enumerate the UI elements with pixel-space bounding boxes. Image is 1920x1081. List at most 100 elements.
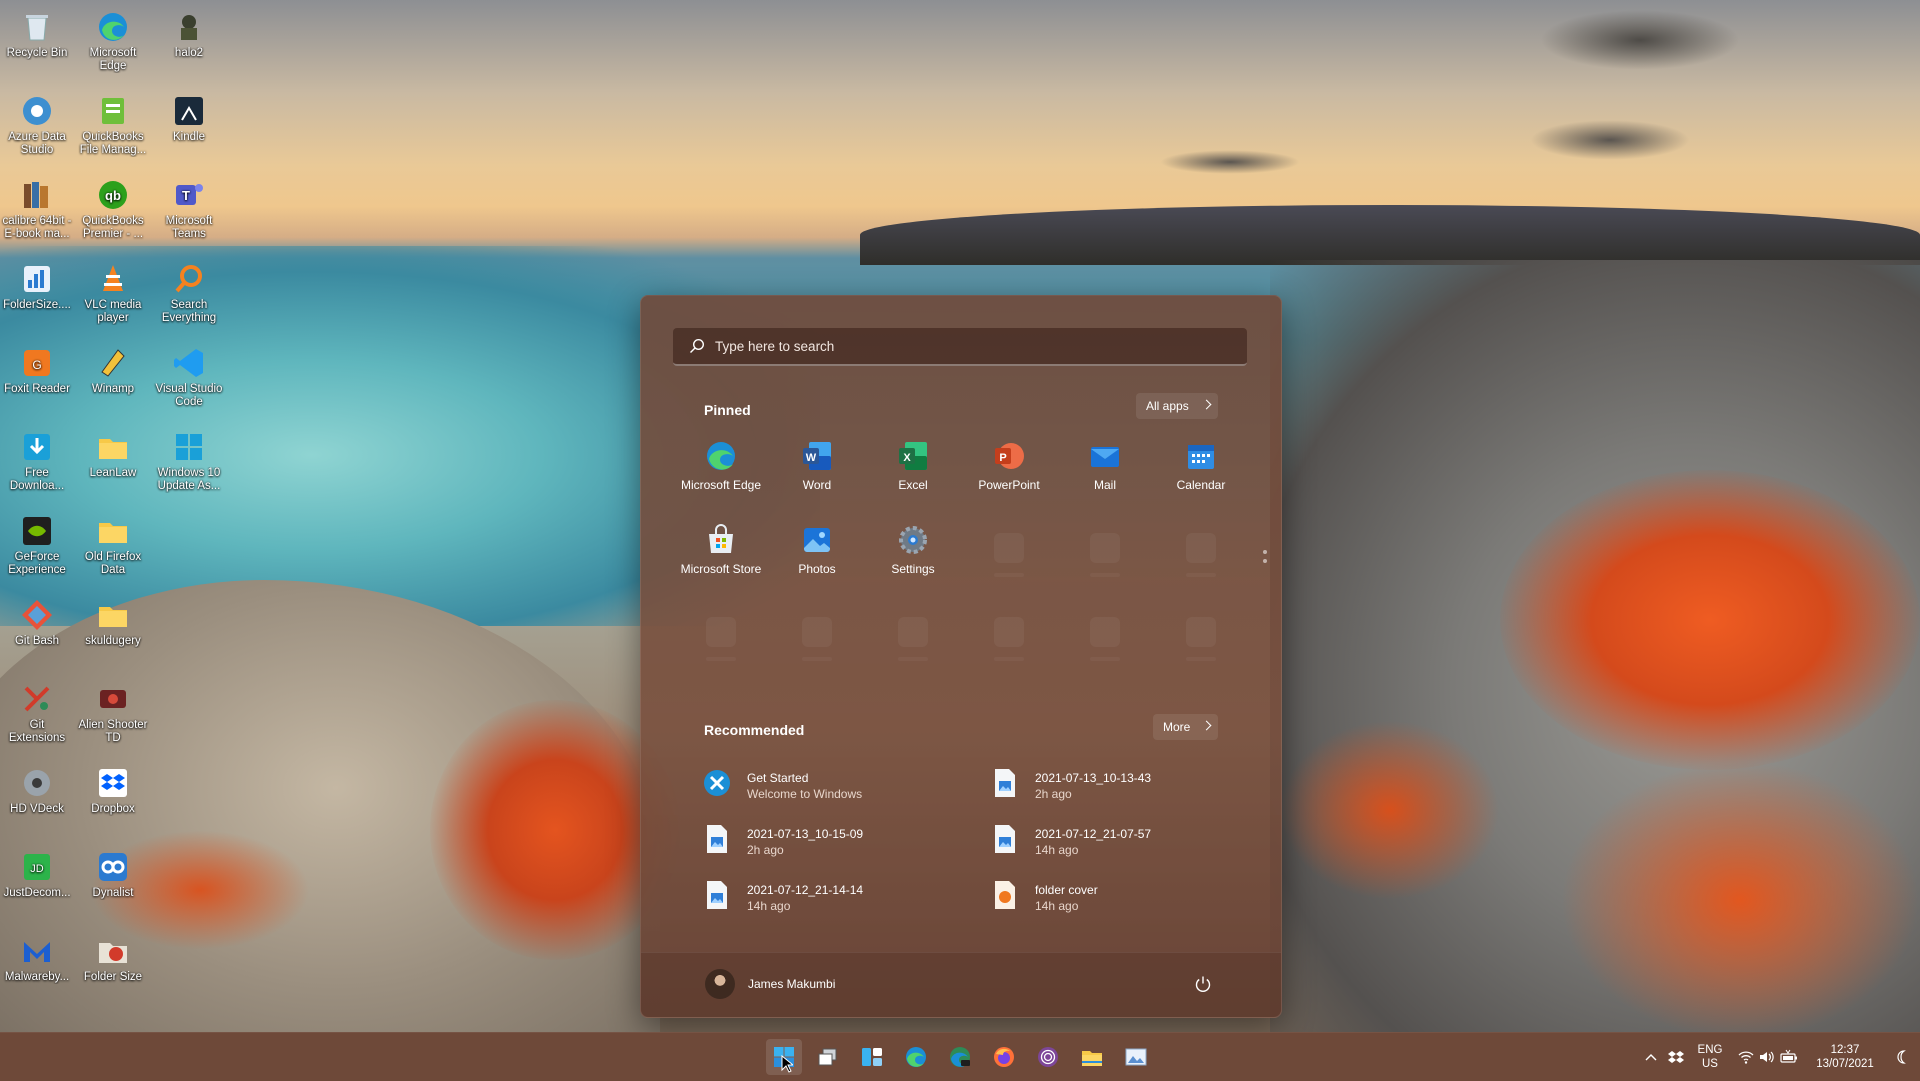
widgets-button[interactable]	[854, 1039, 890, 1075]
taskbar-edge-dev[interactable]	[942, 1039, 978, 1075]
word-icon: W	[801, 440, 833, 472]
pdf-file-icon	[991, 879, 1019, 911]
desktop-icon-skuldugery[interactable]: skuldugery	[76, 592, 150, 648]
desktop-icon-label: Kindle	[173, 131, 205, 143]
desktop-icon-hd-vdeck[interactable]: HD VDeck	[0, 760, 74, 816]
desktop-icon-dropbox[interactable]: Dropbox	[76, 760, 150, 816]
recommended-subtitle-text: 14h ago	[747, 899, 791, 913]
desktop-icon-kindle[interactable]: Kindle	[152, 88, 226, 144]
chevron-up-icon[interactable]	[1644, 1051, 1658, 1063]
desktop-icon-windows-update-assistant[interactable]: Windows 10 Update As...	[152, 424, 226, 493]
wifi-icon[interactable]	[1738, 1049, 1754, 1065]
recommended-item-get-started[interactable]: Get Started Welcome to Windows	[701, 761, 971, 807]
recommended-item-folder-cover[interactable]: folder cover 14h ago	[989, 873, 1259, 919]
pinned-placeholder	[1090, 573, 1120, 577]
recommended-subtitle-text: 2h ago	[1035, 787, 1072, 801]
desktop-icon-old-firefox-data[interactable]: Old Firefox Data	[76, 508, 150, 577]
pinned-label: Microsoft Store	[680, 562, 762, 576]
desktop-icon-label: Free Downloa...	[9, 467, 65, 492]
more-button[interactable]: More	[1153, 714, 1218, 740]
desktop-icon-geforce[interactable]: GeForce Experience	[0, 508, 74, 577]
desktop-icon-foxit-reader[interactable]: G Foxit Reader	[0, 340, 74, 396]
edge-dev-icon	[950, 1047, 970, 1067]
taskbar-edge[interactable]	[898, 1039, 934, 1075]
desktop-icon-label: Search Everything	[161, 299, 217, 324]
pinned-microsoft-store[interactable]: Microsoft Store	[673, 510, 769, 582]
desktop-icon-label: Winamp	[91, 383, 135, 395]
desktop-icon-microsoft-teams[interactable]: T Microsoft Teams	[152, 172, 226, 241]
desktop-icon-vscode[interactable]: Visual Studio Code	[152, 340, 226, 409]
desktop-icon-dynalist[interactable]: Dynalist	[76, 844, 150, 900]
desktop-icon-calibre[interactable]: calibre 64bit - E-book ma...	[0, 172, 74, 241]
desktop-icon-label: Old Firefox Data	[84, 551, 142, 576]
clock-time: 12:37	[1830, 1044, 1860, 1056]
recommended-item-file[interactable]: 2021-07-13_10-15-09 2h ago	[701, 817, 971, 863]
desktop-icon-label: Recycle Bin	[6, 47, 68, 59]
desktop-icon-leanlaw[interactable]: LeanLaw	[76, 424, 150, 480]
desktop-icon-microsoft-edge[interactable]: Microsoft Edge	[76, 4, 150, 73]
taskbar-tor-browser[interactable]	[1030, 1039, 1066, 1075]
pinned-excel[interactable]: X Excel	[865, 426, 961, 498]
notifications-icon[interactable]	[1894, 1049, 1910, 1065]
recommended-item-file[interactable]: 2021-07-12_21-07-57 14h ago	[989, 817, 1259, 863]
firefox-icon	[994, 1047, 1014, 1067]
pinned-mail[interactable]: Mail	[1057, 426, 1153, 498]
clock[interactable]: 12:37 13/07/2021	[1810, 1043, 1880, 1071]
battery-icon[interactable]	[1780, 1049, 1798, 1065]
desktop-icon-git-extensions[interactable]: Git Extensions	[0, 676, 74, 745]
file-explorer-icon	[1082, 1051, 1102, 1066]
desktop-icon-justdecompile[interactable]: JD JustDecom...	[0, 844, 74, 900]
edge-icon	[906, 1047, 926, 1067]
avatar[interactable]	[705, 969, 735, 999]
desktop-icon-azure-data-studio[interactable]: Azure Data Studio	[0, 88, 74, 157]
image-viewer-icon	[1125, 1048, 1147, 1066]
pinned-photos[interactable]: Photos	[769, 510, 865, 582]
desktop-icon-quickbooks-file-manager[interactable]: QuickBooks File Manag...	[76, 88, 150, 157]
pinned-label: Excel	[898, 478, 928, 492]
desktop-icon-vlc[interactable]: VLC media player	[76, 256, 150, 325]
all-apps-button[interactable]: All apps	[1136, 393, 1218, 419]
desktop-icon-label: Alien Shooter TD	[78, 719, 148, 744]
desktop-icon-foldersize[interactable]: FolderSize....	[0, 256, 74, 312]
taskbar: ENG US 12:37 13/07/2021	[0, 1032, 1920, 1081]
taskbar-file-explorer[interactable]	[1074, 1039, 1110, 1075]
free-download-manager-icon	[20, 430, 54, 464]
taskbar-image-viewer[interactable]	[1118, 1039, 1154, 1075]
recommended-item-file[interactable]: 2021-07-12_21-14-14 14h ago	[701, 873, 971, 919]
pinned-powerpoint[interactable]: P PowerPoint	[961, 426, 1057, 498]
pinned-calendar[interactable]: Calendar	[1153, 426, 1249, 498]
pinned-page-indicator[interactable]	[1263, 550, 1267, 572]
chevron-right-icon	[1201, 720, 1212, 731]
recommended-title: Recommended	[704, 722, 805, 738]
start-search-input[interactable]: Type here to search	[673, 328, 1247, 366]
dropbox-icon[interactable]	[1668, 1049, 1684, 1065]
desktop-icon-winamp[interactable]: Winamp	[76, 340, 150, 396]
recommended-item-file[interactable]: 2021-07-13_10-13-43 2h ago	[989, 761, 1259, 807]
git-extensions-icon	[20, 682, 54, 716]
volume-icon[interactable]	[1758, 1049, 1774, 1065]
pinned-microsoft-edge[interactable]: Microsoft Edge	[673, 426, 769, 498]
user-name-button[interactable]: James Makumbi	[748, 977, 835, 991]
desktop-icon-git-bash[interactable]: Git Bash	[0, 592, 74, 648]
pinned-word[interactable]: W Word	[769, 426, 865, 498]
pinned-settings[interactable]: Settings	[865, 510, 961, 582]
system-tray: ENG US 12:37 13/07/2021	[1640, 1033, 1920, 1081]
pinned-label: Microsoft Edge	[680, 478, 762, 492]
edge-icon	[705, 440, 737, 472]
desktop-icon-free-download-manager[interactable]: Free Downloa...	[0, 424, 74, 493]
image-file-icon	[991, 823, 1019, 855]
task-view-button[interactable]	[810, 1039, 846, 1075]
desktop-icon-folder-size[interactable]: Folder Size	[76, 928, 150, 984]
wallpaper-hills	[860, 205, 1920, 265]
taskbar-firefox[interactable]	[986, 1039, 1022, 1075]
desktop-icon-alien-shooter[interactable]: Alien Shooter TD	[76, 676, 150, 745]
desktop-icon-halo2[interactable]: halo2	[152, 4, 226, 60]
language-indicator[interactable]: ENG US	[1692, 1043, 1728, 1071]
power-icon[interactable]	[1194, 975, 1212, 993]
recycle-bin-icon	[20, 10, 54, 44]
desktop-icon-search-everything[interactable]: Search Everything	[152, 256, 226, 325]
desktop-icon-malwarebytes[interactable]: Malwareby...	[0, 928, 74, 984]
desktop-icon-recycle-bin[interactable]: Recycle Bin	[0, 4, 74, 60]
tor-browser-icon	[1038, 1047, 1058, 1067]
desktop-icon-quickbooks-premier[interactable]: qb QuickBooks Premier - ...	[76, 172, 150, 241]
